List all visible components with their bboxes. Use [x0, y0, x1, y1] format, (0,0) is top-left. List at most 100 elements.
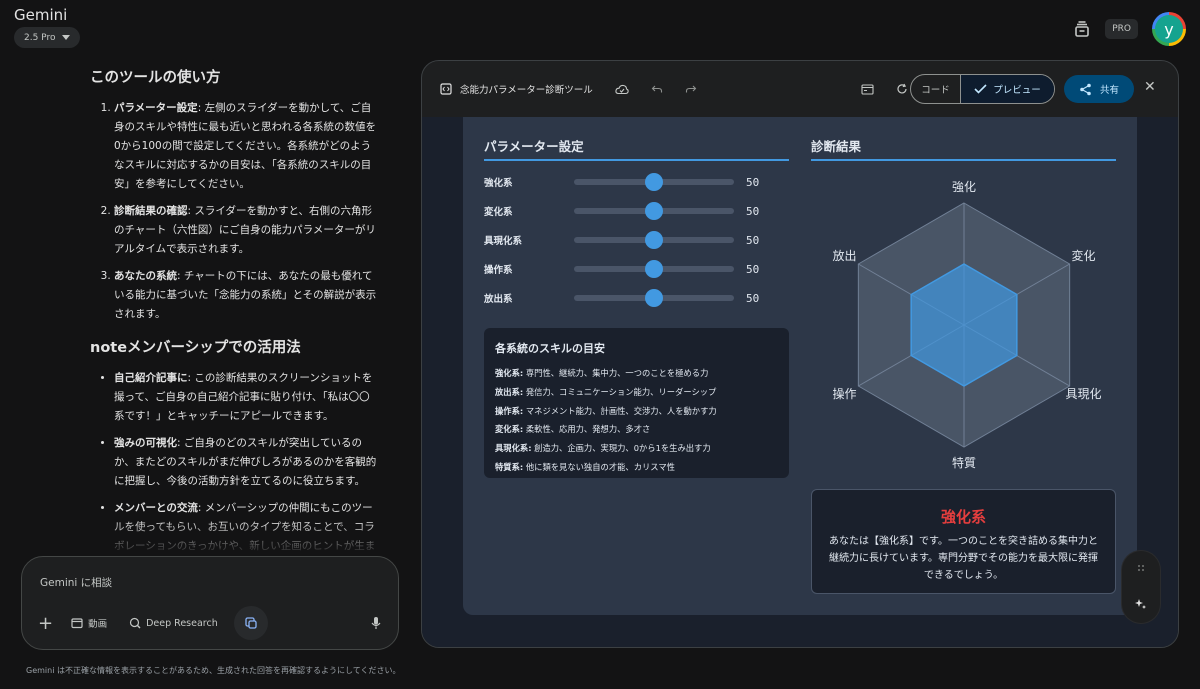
guide-item: 操作系: マネジメント能力、計画性、交渉力、人を動かす力 [495, 402, 778, 421]
result-title: 診断結果 [811, 139, 862, 154]
slider-label: 具現化系 [484, 236, 523, 247]
slider-row: 具現化系 50 [484, 230, 774, 250]
slider-thumb[interactable] [645, 260, 663, 278]
disclaimer: Gemini は不正確な情報を表示することがあるため、生成された回答を再確認する… [26, 666, 401, 675]
slider-thumb[interactable] [645, 202, 663, 220]
chat-history-icon[interactable] [1073, 20, 1091, 38]
guide-name: 操作系: [495, 405, 524, 416]
list-item: 強みの可視化: ご自身のどのスキルが突出しているのか、またどのスキルがまだ伸びし… [114, 434, 380, 491]
deep-research-button[interactable]: Deep Research [129, 617, 218, 629]
tab-preview[interactable]: プレビュー [959, 75, 1054, 103]
guide-desc: マネジメント能力、計画性、交渉力、人を動かす力 [523, 405, 717, 416]
slider-value: 50 [746, 262, 760, 276]
model-selector[interactable]: 2.5 Pro [14, 27, 81, 48]
slider-track[interactable] [574, 289, 734, 307]
radar-label: 強化 [952, 180, 976, 194]
mic-icon[interactable] [370, 616, 382, 630]
guide-desc: 創造力、企画力、実現力、0から1を生み出す力 [531, 443, 711, 454]
radar-label: 特質 [952, 455, 976, 470]
slider-label: 変化系 [484, 207, 513, 218]
slider-label: 操作系 [484, 265, 513, 276]
avatar[interactable]: y [1152, 12, 1186, 46]
refresh-icon[interactable] [896, 83, 908, 95]
canvas-icon [245, 617, 257, 629]
chat-response: このツールの使い方 パラメーター設定: 左側のスライダーを動かして、ご自身のスキ… [90, 66, 380, 554]
skill-guide: 各系統のスキルの目安 強化系: 専門性、継続力、集中力、一つのことを極める力 放… [484, 328, 789, 478]
undo-icon[interactable] [651, 84, 663, 94]
floating-toolbar [1122, 551, 1160, 623]
list-item: 自己紹介記事に: この診断結果のスクリーンショットを撮って、ご自身の自己紹介記事… [114, 369, 380, 426]
guide-title: 各系統のスキルの目安 [495, 342, 605, 355]
redo-icon[interactable] [685, 84, 697, 94]
pro-badge[interactable]: PRO [1105, 19, 1138, 39]
diagnosis-app: パラメーター設定 診断結果 強化系 50 変化系 50 具現化系 50 操作系 50 放出系 50… [463, 117, 1137, 615]
guide-item: 変化系: 柔軟性、応用力、発想力、多才さ [495, 420, 778, 439]
slider-label: 放出系 [484, 294, 513, 305]
slider-thumb[interactable] [645, 173, 663, 191]
prompt-input[interactable]: Gemini に相談 [40, 575, 112, 590]
canvas-tool-button[interactable] [233, 606, 268, 640]
canvas-title: 念能力パラメーター診断ツール [460, 85, 593, 96]
prompt-composer[interactable]: Gemini に相談 + 動画 Deep Research [21, 556, 399, 650]
composer-tools: + 動画 Deep Research [38, 606, 382, 640]
view-toggle: コード プレビュー [910, 74, 1055, 104]
howto-heading: このツールの使い方 [90, 70, 221, 86]
close-icon[interactable]: ✕ [1144, 79, 1156, 95]
note-heading: noteメンバーシップでの活用法 [90, 340, 301, 356]
research-icon [130, 617, 141, 629]
result-type: 強化系 [940, 508, 986, 526]
slider-thumb[interactable] [645, 289, 663, 307]
video-button[interactable]: 動画 [71, 616, 107, 630]
step-bold: あなたの系統 [114, 270, 177, 282]
radar-label: 操作 [832, 386, 856, 401]
slider-value: 50 [746, 204, 760, 218]
radar-label: 具現化 [1066, 387, 1102, 401]
guide-item: 強化系: 専門性、継続力、集中力、一つのことを極める力 [495, 364, 778, 383]
step-text: : 左側のスライダーを動かして、ご自身のスキルや特性に最も近いと思われる各系統の… [114, 102, 376, 190]
share-label: 共有 [1099, 85, 1119, 96]
guide-item: 具現化系: 創造力、企画力、実現力、0から1を生み出す力 [495, 439, 778, 458]
guide-item: 特質系: 他に類を見ない独自の才能、カリスマ性 [495, 458, 778, 477]
plus-icon[interactable]: + [38, 613, 53, 634]
drag-handle-icon[interactable] [1137, 564, 1145, 572]
slider-track[interactable] [574, 202, 734, 220]
use-bold: メンバーとの交流 [114, 502, 198, 514]
params-title: パラメーター設定 [484, 139, 584, 154]
params-rule [484, 159, 789, 161]
sparkle-edit-icon[interactable] [1135, 598, 1147, 610]
top-right-actions: PRO y [1073, 12, 1186, 46]
use-bold: 自己紹介記事に [114, 372, 188, 384]
share-icon [1080, 83, 1091, 95]
model-label: 2.5 Pro [24, 32, 56, 43]
radar-label: 変化 [1072, 248, 1096, 263]
console-icon[interactable] [861, 83, 874, 95]
guide-desc: 専門性、継続力、集中力、一つのことを極める力 [523, 368, 709, 378]
result-rule [811, 159, 1116, 161]
step-bold: パラメーター設定 [114, 102, 198, 114]
canvas-panel: 念能力パラメーター診断ツール コード プレビュー 共有 ✕ パラメーター設定 診… [421, 60, 1179, 648]
guide-desc: 柔軟性、応用力、発想力、多才さ [523, 424, 651, 435]
guide-name: 具現化系: [495, 443, 532, 454]
tab-code[interactable]: コード [911, 75, 960, 103]
list-item: あなたの系統: チャートの下には、あなたの最も優れている能力に基づいた「念能力の… [114, 267, 380, 324]
use-bold: 強みの可視化 [114, 437, 177, 449]
result-description: あなたは【強化系】です。一つのことを突き詰める集中力と継続力に長けています。専門… [829, 536, 1098, 581]
slider-track[interactable] [574, 260, 734, 278]
slider-thumb[interactable] [645, 231, 663, 249]
slider-track[interactable] [574, 231, 734, 249]
slider-value: 50 [746, 291, 760, 305]
video-label: 動画 [88, 619, 108, 630]
share-button[interactable]: 共有 [1064, 75, 1134, 103]
slider-value: 50 [746, 175, 760, 189]
check-icon [974, 84, 987, 94]
slider-row: 強化系 50 [484, 172, 774, 192]
result-box: 強化系 あなたは【強化系】です。一つのことを突き詰める集中力と継続力に長けていま… [811, 489, 1116, 594]
howto-steps: パラメーター設定: 左側のスライダーを動かして、ご自身のスキルや特性に最も近いと… [90, 99, 380, 324]
slider-row: 操作系 50 [484, 259, 774, 279]
avatar-letter: y [1155, 15, 1183, 43]
hexagon-radar-chart: 強化変化具現化特質 操作 放出 [832, 180, 1102, 470]
slider-track[interactable] [574, 173, 734, 191]
slider-value: 50 [746, 233, 760, 247]
cloud-sync-icon[interactable] [615, 84, 629, 95]
scroll-fade [90, 520, 380, 556]
